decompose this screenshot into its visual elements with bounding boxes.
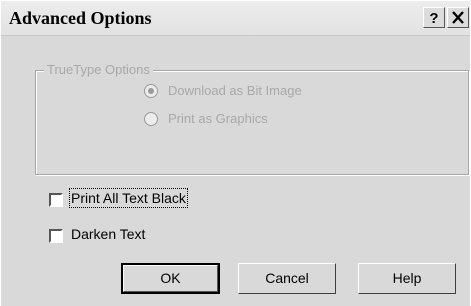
cancel-button[interactable]: Cancel xyxy=(238,263,336,294)
advanced-options-dialog: Advanced Options ? TrueType Options Down… xyxy=(0,0,470,306)
print-all-text-black-label[interactable]: Print All Text Black xyxy=(69,188,188,208)
print-as-graphics-radio[interactable] xyxy=(144,112,158,126)
download-bit-image-label: Download as Bit Image xyxy=(168,83,302,98)
help-title-button[interactable]: ? xyxy=(423,7,445,28)
close-icon xyxy=(452,11,464,24)
help-glyph: ? xyxy=(429,10,438,27)
print-all-text-black-checkbox[interactable] xyxy=(49,193,63,207)
close-title-button[interactable] xyxy=(447,7,469,28)
darken-text-checkbox[interactable] xyxy=(49,229,63,243)
help-button[interactable]: Help xyxy=(358,263,456,294)
download-bit-image-radio[interactable] xyxy=(144,84,158,98)
dialog-title: Advanced Options xyxy=(9,8,152,28)
ok-button[interactable]: OK xyxy=(121,263,220,294)
title-bar[interactable]: Advanced Options ? xyxy=(1,1,470,36)
truetype-options-legend: TrueType Options xyxy=(44,62,153,77)
print-as-graphics-label: Print as Graphics xyxy=(168,111,268,126)
help-icon: ? xyxy=(429,10,438,27)
darken-text-label[interactable]: Darken Text xyxy=(71,226,145,242)
radio-selected-dot xyxy=(148,88,154,94)
